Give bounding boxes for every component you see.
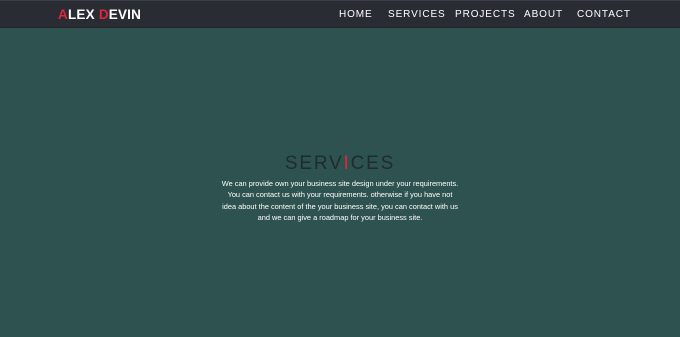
nav-link-home[interactable]: HOME (339, 9, 373, 21)
services-description: We can provide own your business site de… (221, 179, 459, 222)
nav-link-projects[interactable]: PROJECTS (455, 9, 516, 21)
services-title-after: CES (350, 153, 396, 174)
nav-links: HOME SERVICES PROJECTS ABOUT CONTACT (0, 9, 680, 23)
services-title-before: SERV (284, 153, 344, 174)
navbar: ALEX DEVIN HOME SERVICES PROJECTS ABOUT C… (0, 0, 680, 28)
services-title: SERVICES (0, 153, 680, 175)
page: ALEX DEVIN HOME SERVICES PROJECTS ABOUT C… (0, 0, 680, 337)
nav-link-services[interactable]: SERVICES (388, 9, 446, 21)
nav-link-contact[interactable]: CONTACT (577, 9, 631, 21)
nav-link-about[interactable]: ABOUT (524, 9, 563, 21)
services-title-accent: I (343, 153, 351, 174)
